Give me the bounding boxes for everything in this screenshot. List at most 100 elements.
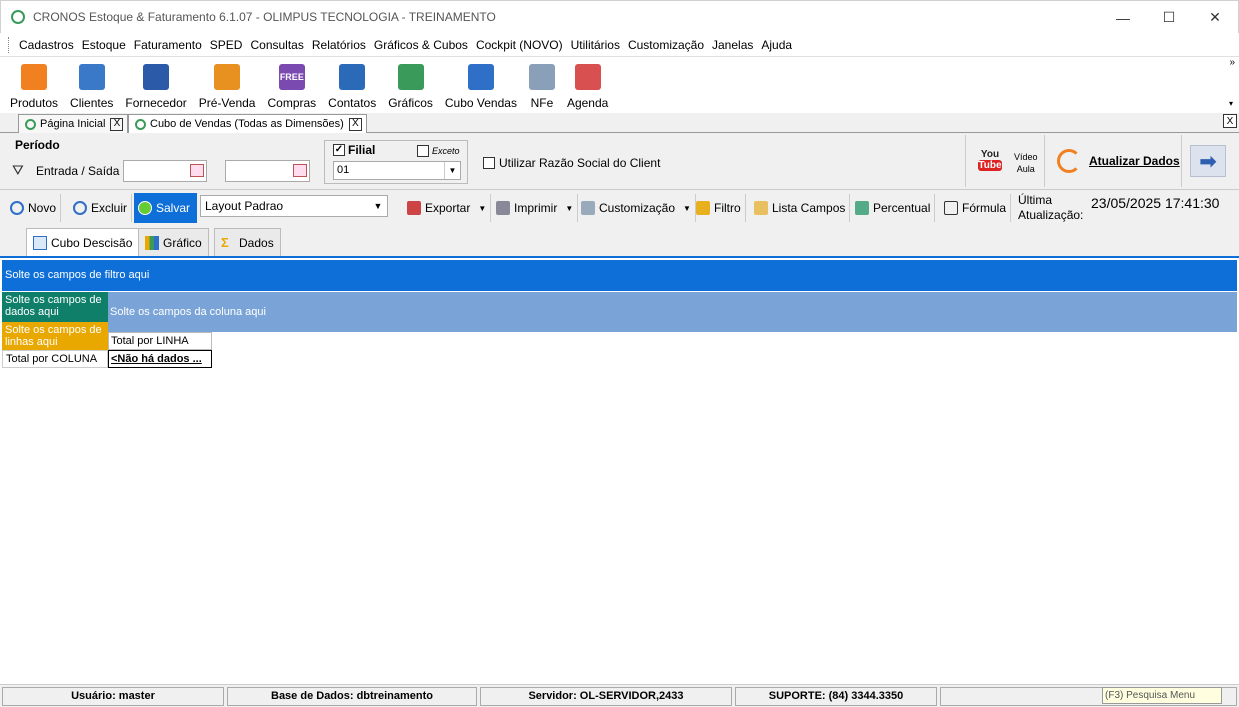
status-suporte: SUPORTE: (84) 3344.3350 bbox=[735, 687, 937, 706]
toolbar-nfe[interactable]: NFe bbox=[525, 64, 559, 113]
close-button[interactable]: ✕ bbox=[1192, 1, 1238, 34]
youtube-you-text: You bbox=[980, 149, 1000, 160]
video-aula-button[interactable]: You Tube Vídeo Aula bbox=[965, 135, 1043, 187]
maximize-button[interactable]: ☐ bbox=[1146, 1, 1192, 34]
nfe-icon bbox=[528, 64, 555, 90]
go-button[interactable]: ➡ bbox=[1190, 145, 1226, 177]
worker-icon bbox=[143, 64, 170, 90]
date-from-input[interactable] bbox=[123, 160, 207, 182]
atualizar-dados-label: Atualizar Dados bbox=[1089, 154, 1180, 168]
toolbar-agenda-label: Agenda bbox=[566, 96, 609, 110]
tab-grafico-label: Gráfico bbox=[163, 235, 202, 250]
filial-select[interactable]: 01 ▼ bbox=[333, 161, 461, 180]
menu-graficos-cubos[interactable]: Gráficos & Cubos bbox=[370, 38, 472, 52]
close-document-icon[interactable]: X bbox=[1223, 114, 1237, 128]
toolbar-pre-venda[interactable]: Pré-Venda bbox=[195, 64, 260, 113]
action-bar: Novo Excluir Salvar Layout Padrao ▼ Expo… bbox=[0, 189, 1239, 225]
toolbar-overflow-icon[interactable]: » bbox=[1229, 57, 1235, 68]
calendar-icon bbox=[574, 64, 601, 90]
filial-label: Filial bbox=[348, 143, 376, 157]
row-drop-zone[interactable]: Solte os campos de linhas aqui bbox=[2, 322, 108, 350]
razao-social-checkbox[interactable] bbox=[483, 157, 495, 169]
truck-icon: FREE bbox=[278, 64, 305, 90]
tab-pagina-inicial[interactable]: Página Inicial X bbox=[18, 114, 129, 133]
chevron-down-icon[interactable]: ▼ bbox=[565, 204, 573, 213]
funnel-icon[interactable]: ⛛ bbox=[12, 162, 24, 179]
toolbar-options-icon[interactable]: ▾ bbox=[1229, 99, 1233, 108]
toolbar-fornecedor[interactable]: Fornecedor bbox=[121, 64, 190, 113]
window-controls: — ☐ ✕ bbox=[1100, 1, 1238, 34]
total-coluna-header: Total por COLUNA bbox=[2, 350, 108, 368]
tab-cubo-descisao[interactable]: Cubo Descisão bbox=[26, 228, 140, 256]
ultima-atualizacao-label: Última Atualização: bbox=[1018, 193, 1083, 223]
menu-faturamento[interactable]: Faturamento bbox=[130, 38, 206, 52]
menu-janelas[interactable]: Janelas bbox=[708, 38, 757, 52]
data-drop-zone[interactable]: Solte os campos de dados aqui bbox=[2, 292, 108, 322]
excluir-button[interactable]: Excluir bbox=[69, 194, 133, 222]
chevron-down-icon[interactable]: ▼ bbox=[683, 204, 691, 213]
toolbar-produtos[interactable]: Produtos bbox=[6, 64, 62, 113]
tab-grafico[interactable]: Gráfico bbox=[138, 228, 209, 256]
toolbar-agenda[interactable]: Agenda bbox=[563, 64, 612, 113]
check-icon bbox=[138, 201, 152, 215]
salvar-label: Salvar bbox=[156, 201, 191, 215]
no-data-cell[interactable]: <Não há dados ... bbox=[108, 350, 212, 368]
toolbar-compras[interactable]: FREE Compras bbox=[263, 64, 320, 113]
app-icon bbox=[25, 118, 36, 130]
calendar-icon[interactable] bbox=[293, 164, 307, 177]
menu-customizacao[interactable]: Customização bbox=[624, 38, 708, 52]
chevron-down-icon[interactable]: ▼ bbox=[444, 162, 460, 179]
date-to-input[interactable] bbox=[225, 160, 310, 182]
atualizar-dados-button[interactable]: Atualizar Dados bbox=[1044, 135, 1182, 187]
close-tab-icon[interactable]: X bbox=[110, 117, 124, 131]
menu-utilitarios[interactable]: Utilitários bbox=[567, 38, 624, 52]
chevron-down-icon[interactable]: ▼ bbox=[478, 204, 486, 213]
menu-grip bbox=[8, 36, 11, 53]
main-toolbar: Produtos Clientes Fornecedor Pré-Venda F… bbox=[0, 57, 1239, 113]
exceto-label: Exceto bbox=[432, 146, 460, 156]
status-servidor: Servidor: OL-SERVIDOR,2433 bbox=[480, 687, 732, 706]
layout-select[interactable]: Layout Padrao ▼ bbox=[200, 195, 388, 217]
ultima-atualizacao-value: 23/05/2025 17:41:30 bbox=[1091, 195, 1220, 211]
toolbar-cubo-vendas[interactable]: Cubo Vendas bbox=[441, 64, 521, 113]
menu-sped[interactable]: SPED bbox=[206, 38, 247, 52]
menu-bar: Cadastros Estoque Faturamento SPED Consu… bbox=[0, 33, 1239, 57]
razao-social-label: Utilizar Razão Social do Client bbox=[499, 156, 661, 170]
column-drop-zone[interactable]: Solte os campos da coluna aqui bbox=[108, 292, 1237, 332]
exceto-checkbox[interactable] bbox=[417, 145, 429, 157]
tab-dados[interactable]: Σ Dados bbox=[214, 228, 281, 256]
toolbar-contatos[interactable]: Contatos bbox=[324, 64, 380, 113]
toolbar-graficos[interactable]: Gráficos bbox=[384, 64, 437, 113]
customizacao-button[interactable]: Customização ▼ bbox=[577, 194, 696, 222]
tab-cubo-vendas[interactable]: Cubo de Vendas (Todas as Dimensões) X bbox=[128, 114, 367, 133]
filter-bar: Período ⛛ Entrada / Saída ✓ Filial Excet… bbox=[0, 134, 1239, 188]
salvar-button[interactable]: Salvar bbox=[134, 193, 197, 223]
calendar-icon[interactable] bbox=[190, 164, 204, 177]
exportar-button[interactable]: Exportar ▼ bbox=[403, 194, 492, 222]
dashboard-icon bbox=[467, 64, 494, 90]
formula-icon bbox=[944, 201, 958, 215]
minimize-button[interactable]: — bbox=[1100, 1, 1146, 34]
toolbar-clientes[interactable]: Clientes bbox=[66, 64, 117, 113]
filter-drop-zone[interactable]: Solte os campos de filtro aqui bbox=[2, 260, 1237, 291]
menu-consultas[interactable]: Consultas bbox=[246, 38, 307, 52]
menu-search-input[interactable]: (F3) Pesquisa Menu bbox=[1102, 687, 1222, 704]
menu-cadastros[interactable]: Cadastros bbox=[15, 38, 78, 52]
youtube-icon: You Tube bbox=[978, 149, 1002, 171]
chevron-down-icon[interactable]: ▼ bbox=[371, 196, 385, 216]
percentual-button[interactable]: Percentual bbox=[851, 194, 936, 222]
menu-relatorios[interactable]: Relatórios bbox=[308, 38, 370, 52]
menu-cockpit[interactable]: Cockpit (NOVO) bbox=[472, 38, 567, 52]
close-tab-icon[interactable]: X bbox=[348, 117, 362, 131]
menu-estoque[interactable]: Estoque bbox=[78, 38, 130, 52]
toolbar-cubo-vendas-label: Cubo Vendas bbox=[444, 96, 517, 110]
formula-button[interactable]: Fórmula bbox=[940, 194, 1012, 222]
novo-button[interactable]: Novo bbox=[6, 194, 62, 222]
lista-campos-button[interactable]: Lista Campos bbox=[750, 194, 851, 222]
menu-ajuda[interactable]: Ajuda bbox=[757, 38, 796, 52]
filtro-button[interactable]: Filtro bbox=[692, 194, 746, 222]
video-aula-label: Vídeo Aula bbox=[1014, 151, 1038, 175]
view-tabs: Cubo Descisão Gráfico Σ Dados bbox=[0, 226, 1239, 256]
filial-checkbox[interactable]: ✓ bbox=[333, 144, 345, 156]
imprimir-button[interactable]: Imprimir ▼ bbox=[492, 194, 579, 222]
